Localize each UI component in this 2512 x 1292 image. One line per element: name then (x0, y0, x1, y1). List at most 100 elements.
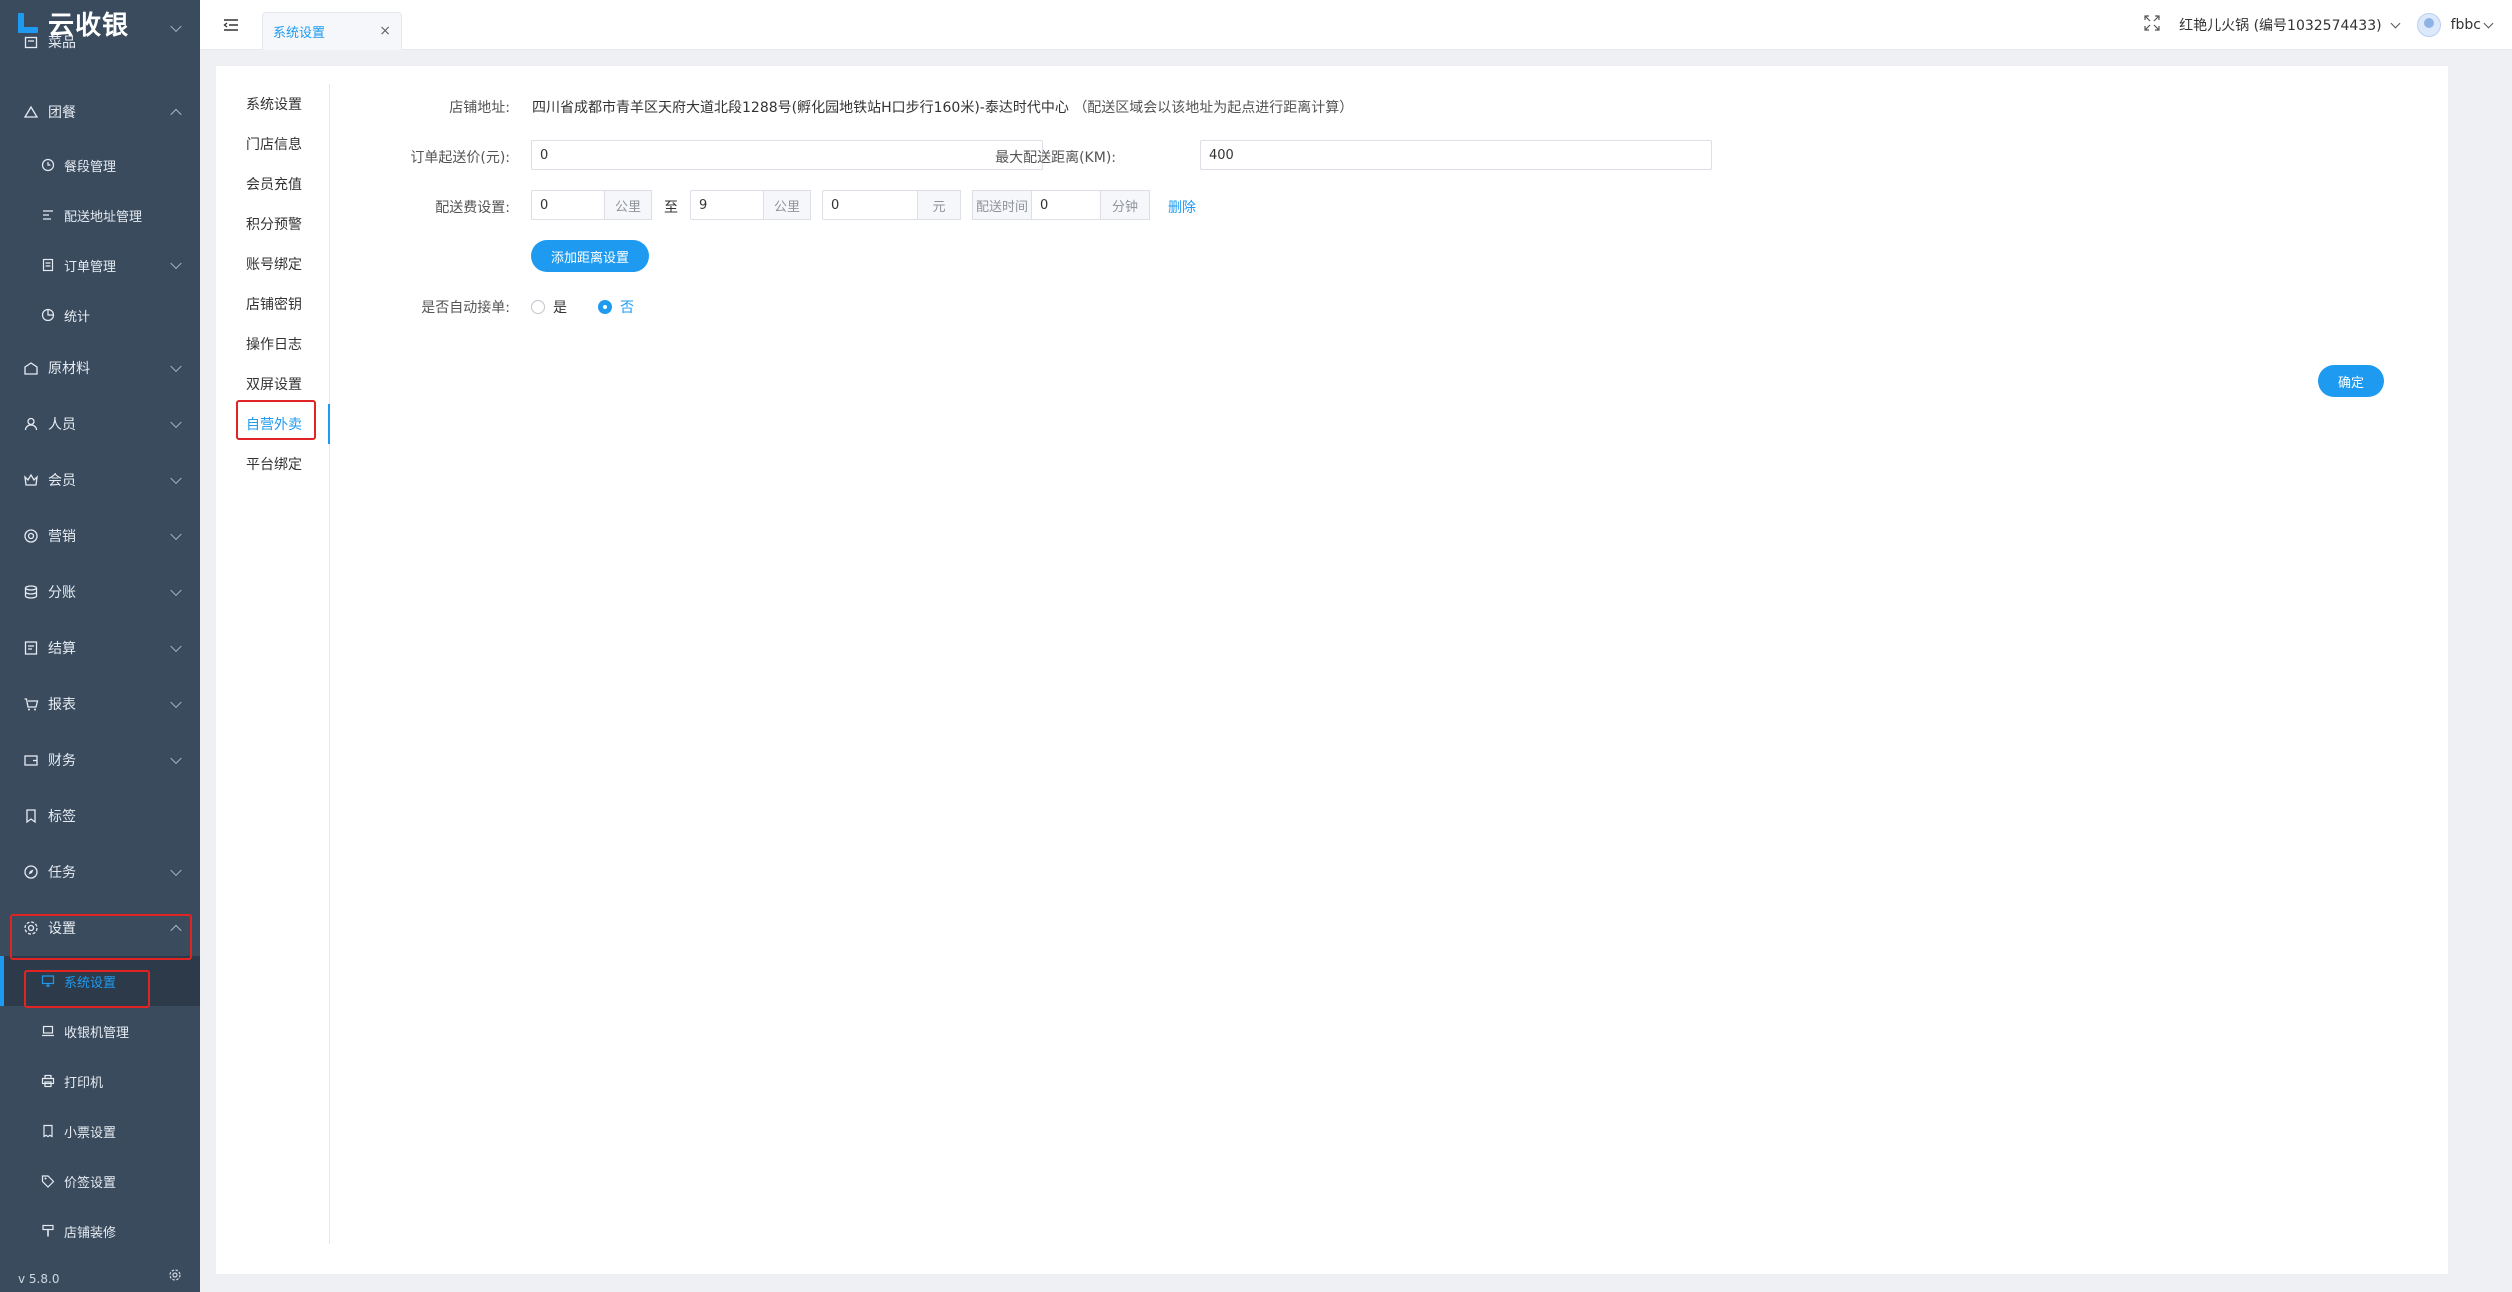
sidebar-item-price-tag[interactable]: 价签设置 (0, 1156, 200, 1206)
nav-item-account-binding[interactable]: 账号绑定 (216, 244, 329, 284)
menu-collapse-icon[interactable] (222, 16, 240, 34)
sidebar-item-printer[interactable]: 打印机 (0, 1056, 200, 1106)
sidebar-item-settlement[interactable]: 结算 (0, 620, 200, 676)
sidebar-item-label: 会员 (48, 473, 76, 489)
chevron-down-icon (170, 416, 182, 429)
sidebar-item-group-meal[interactable]: 团餐 (0, 84, 200, 140)
sidebar-item-system-settings[interactable]: 系统设置 (0, 956, 200, 1006)
nav-item-self-delivery[interactable]: 自营外卖 (216, 404, 330, 444)
auto-accept-no-radio[interactable]: 否 (598, 297, 634, 317)
chevron-down-icon (170, 584, 182, 597)
fullscreen-icon[interactable] (2143, 14, 2161, 36)
sidebar-item-materials[interactable]: 原材料 (0, 340, 200, 396)
radio-circle (531, 300, 545, 314)
add-distance-button[interactable]: 添加距离设置 (531, 240, 649, 272)
fee-input[interactable]: 0 (822, 190, 918, 220)
compass-icon (22, 863, 40, 881)
sidebar-item-meal-period[interactable]: 餐段管理 (0, 140, 200, 190)
receipt-icon (40, 1123, 56, 1139)
top-header: 系统设置 × 红艳儿火锅 (编号1032574433) fbbc (200, 0, 2512, 50)
sidebar-item-ledger[interactable]: 分账 (0, 564, 200, 620)
user-name[interactable]: fbbc (2451, 17, 2481, 33)
sidebar-item-label: 餐段管理 (64, 159, 117, 175)
max-distance-input[interactable]: 400 (1200, 140, 1712, 170)
nav-label: 积分预警 (246, 217, 302, 233)
confirm-button[interactable]: 确定 (2318, 365, 2384, 397)
auto-accept-yes-radio[interactable]: 是 (531, 297, 567, 317)
sidebar-item-label: 小票设置 (64, 1125, 117, 1141)
settings-nav: 系统设置 门店信息 会员充值 积分预警 账号绑定 店铺密钥 操作日志 双屏设置 … (216, 84, 330, 1244)
sidebar-item-staff[interactable]: 人员 (0, 396, 200, 452)
km-unit: 公里 (763, 190, 811, 220)
sidebar-item-finance[interactable]: 财务 (0, 732, 200, 788)
sidebar-item-labels[interactable]: 标签 (0, 788, 200, 844)
chevron-down-icon (170, 752, 182, 765)
sidebar-item-pos-management[interactable]: 收银机管理 (0, 1006, 200, 1056)
avatar[interactable] (2416, 13, 2441, 37)
address-label: 店铺地址: (449, 100, 510, 116)
max-distance-label: 最大配送距离(KM): (995, 150, 1116, 166)
nav-label: 平台绑定 (246, 457, 302, 473)
main-content: 系统设置 门店信息 会员充值 积分预警 账号绑定 店铺密钥 操作日志 双屏设置 … (216, 66, 2448, 1274)
sidebar-item-orders[interactable]: 订单管理 (0, 240, 200, 290)
gear-icon[interactable] (168, 1268, 182, 1286)
from-km-input[interactable]: 0 (531, 190, 605, 220)
nav-item-points-alert[interactable]: 积分预警 (216, 204, 329, 244)
chevron-down-icon[interactable] (2483, 18, 2494, 28)
address-value-row: 四川省成都市青羊区天府大道北段1288号(孵化园地铁站H口步行160米)-泰达时… (532, 97, 1353, 117)
delivery-time-input[interactable]: 0 (1031, 190, 1101, 220)
sidebar-item-store-decoration[interactable]: 店铺装修 (0, 1206, 200, 1256)
store-selector[interactable]: 红艳儿火锅 (编号1032574433) (2179, 15, 2381, 35)
delete-link[interactable]: 删除 (1168, 197, 1196, 217)
sidebar-item-label: 统计 (64, 309, 91, 325)
auto-accept-label: 是否自动接单: (421, 300, 510, 316)
settlement-icon (22, 639, 40, 657)
sidebar-item-reports[interactable]: 报表 (0, 676, 200, 732)
sidebar-item-label: 菜品 (48, 35, 76, 51)
order-icon (40, 257, 56, 273)
tab-system-settings[interactable]: 系统设置 × (262, 12, 402, 50)
delivery-time-label: 配送时间 (972, 190, 1032, 220)
sidebar-item-members[interactable]: 会员 (0, 452, 200, 508)
chevron-down-icon (170, 864, 182, 877)
cart-icon (22, 695, 40, 713)
sidebar-item-receipt-settings[interactable]: 小票设置 (0, 1106, 200, 1156)
sidebar-item-dishes[interactable]: 菜品 (0, 0, 200, 56)
brush-icon (40, 1223, 56, 1239)
address-value: 四川省成都市青羊区天府大道北段1288号(孵化园地铁站H口步行160米)-泰达时… (532, 100, 1069, 116)
sidebar-item-label: 任务 (48, 865, 76, 881)
nav-item-platform-binding[interactable]: 平台绑定 (216, 444, 329, 484)
price-tag-icon (40, 1173, 56, 1189)
crown-icon (22, 471, 40, 489)
nav-item-store-info[interactable]: 门店信息 (216, 124, 329, 164)
sidebar-item-label: 团餐 (48, 105, 76, 121)
nav-item-member-recharge[interactable]: 会员充值 (216, 164, 329, 204)
nav-label: 双屏设置 (246, 377, 302, 393)
pie-chart-icon (40, 307, 56, 323)
dish-icon (22, 33, 40, 51)
chevron-down-icon (170, 696, 182, 709)
to-km-input[interactable]: 9 (690, 190, 764, 220)
nav-label: 会员充值 (246, 177, 302, 193)
close-icon[interactable]: × (379, 23, 391, 39)
nav-item-system-settings[interactable]: 系统设置 (216, 84, 329, 124)
sidebar-item-statistics[interactable]: 统计 (0, 290, 200, 340)
clock-icon (40, 157, 56, 173)
nav-item-dual-screen[interactable]: 双屏设置 (216, 364, 329, 404)
chevron-down-icon[interactable] (2390, 18, 2401, 28)
sidebar-item-label: 营销 (48, 529, 76, 545)
sidebar-item-label: 收银机管理 (64, 1025, 130, 1041)
sidebar-item-delivery-address[interactable]: 配送地址管理 (0, 190, 200, 240)
nav-item-operation-log[interactable]: 操作日志 (216, 324, 329, 364)
wallet-icon (22, 751, 40, 769)
nav-label: 账号绑定 (246, 257, 302, 273)
address-icon (40, 207, 56, 223)
sidebar-item-tasks[interactable]: 任务 (0, 844, 200, 900)
km-unit: 公里 (604, 190, 652, 220)
nav-item-store-key[interactable]: 店铺密钥 (216, 284, 329, 324)
nav-label: 店铺密钥 (246, 297, 302, 313)
sidebar-item-marketing[interactable]: 营销 (0, 508, 200, 564)
address-hint: （配送区域会以该地址为起点进行距离计算） (1073, 100, 1354, 116)
tab-label: 系统设置 (273, 26, 326, 41)
sidebar-item-settings[interactable]: 设置 (0, 900, 200, 956)
